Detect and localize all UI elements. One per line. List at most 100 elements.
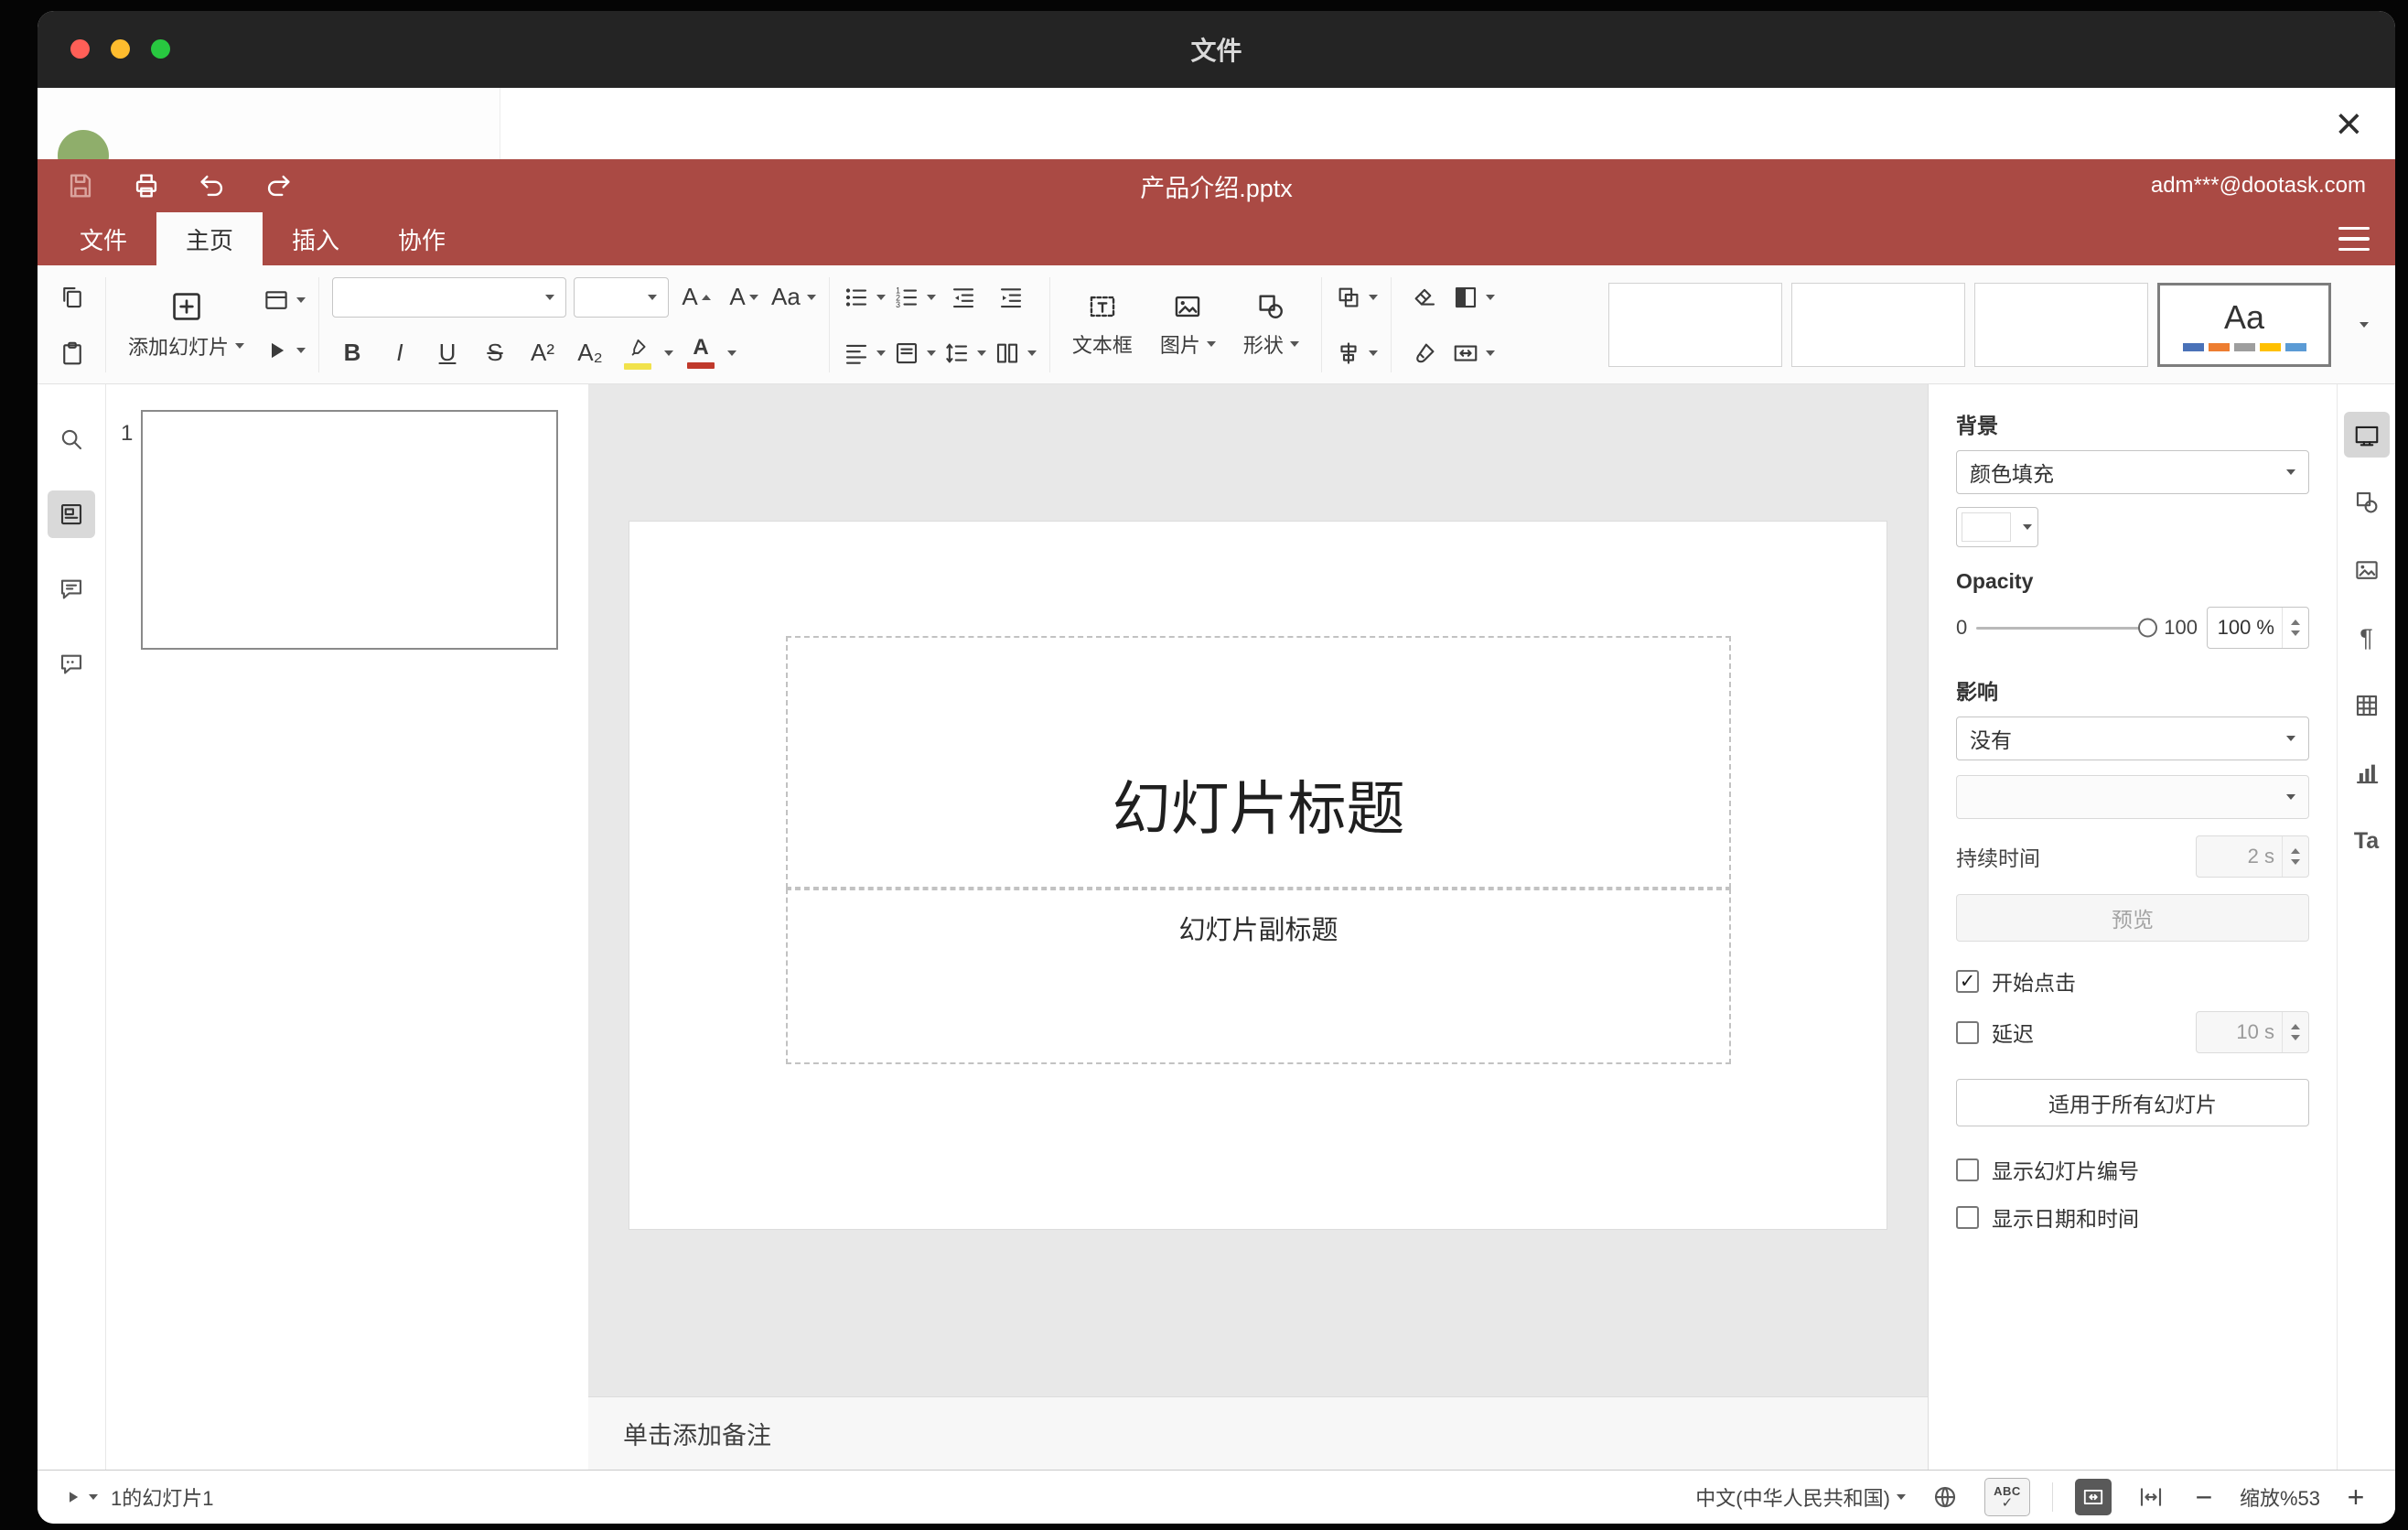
menu-button[interactable]: [2338, 212, 2370, 265]
line-spacing-button[interactable]: [943, 330, 986, 376]
start-slideshow-status-button[interactable]: [63, 1480, 98, 1514]
traffic-light-close[interactable]: [70, 39, 90, 59]
tab-insert[interactable]: 插入: [263, 212, 369, 265]
slide-settings-button[interactable]: [2343, 412, 2390, 458]
decrease-indent-button[interactable]: [943, 275, 984, 320]
font-size-combo[interactable]: [574, 276, 670, 318]
shape-settings-button[interactable]: [2344, 479, 2390, 525]
table-settings-button[interactable]: [2344, 683, 2390, 728]
fit-width-button[interactable]: [2134, 1480, 2168, 1514]
table-icon: [2353, 692, 2381, 719]
highlight-color-button[interactable]: [618, 330, 674, 376]
title-placeholder[interactable]: 幻灯片标题: [786, 636, 1731, 889]
fit-slide-button[interactable]: [2074, 1479, 2112, 1515]
clear-style-button[interactable]: [1404, 275, 1445, 320]
underline-button[interactable]: U: [427, 330, 468, 376]
vertical-align-button[interactable]: [893, 330, 936, 376]
show-date-time-checkbox[interactable]: [1956, 1205, 1979, 1229]
slide-thumbnail[interactable]: [141, 410, 558, 650]
zoom-out-button[interactable]: −: [2190, 1481, 2218, 1514]
change-case-button[interactable]: Aa: [771, 275, 816, 320]
fill-color-picker[interactable]: [1956, 507, 2038, 547]
preview-button[interactable]: 预览: [1956, 894, 2309, 942]
horizontal-align-button[interactable]: [843, 330, 886, 376]
superscript-button[interactable]: A²: [522, 330, 563, 376]
tab-file[interactable]: 文件: [50, 212, 156, 265]
bold-button[interactable]: B: [332, 330, 372, 376]
close-icon[interactable]: ×: [2336, 95, 2362, 152]
save-button[interactable]: [61, 167, 100, 205]
numbered-list-button[interactable]: [893, 275, 936, 320]
search-button[interactable]: [48, 415, 95, 463]
opacity-slider-knob[interactable]: [2138, 618, 2158, 638]
show-slide-number-checkbox[interactable]: [1956, 1158, 1979, 1181]
effect-sub-select[interactable]: [1956, 775, 2309, 819]
decrease-font-button[interactable]: A: [724, 275, 764, 320]
insert-shape-button[interactable]: 形状: [1234, 273, 1308, 377]
document-language-button[interactable]: [1928, 1480, 1962, 1514]
columns-button[interactable]: [994, 330, 1037, 376]
fill-type-select[interactable]: 颜色填充: [1956, 450, 2309, 494]
redo-button[interactable]: [259, 167, 297, 205]
start-on-click-checkbox[interactable]: ✓: [1956, 969, 1979, 993]
italic-button[interactable]: I: [380, 330, 420, 376]
feedback-button[interactable]: [48, 641, 95, 688]
line-spacing-icon: [943, 339, 971, 367]
color-scheme-button[interactable]: [1452, 275, 1495, 320]
font-name-combo[interactable]: [332, 276, 567, 318]
slides-panel-button[interactable]: [48, 490, 95, 538]
paste-button[interactable]: [52, 330, 92, 376]
chart-settings-button[interactable]: [2344, 750, 2390, 796]
delay-spin-arrows[interactable]: [2282, 1012, 2308, 1052]
undo-button[interactable]: [193, 167, 231, 205]
copy-style-button[interactable]: [1404, 330, 1445, 376]
tab-home[interactable]: 主页: [156, 212, 263, 265]
print-button[interactable]: [127, 167, 166, 205]
subtitle-placeholder[interactable]: 幻灯片副标题: [786, 889, 1731, 1064]
opacity-spinbox[interactable]: 100 %: [2207, 607, 2309, 649]
start-on-click-label: 开始点击: [1992, 971, 2076, 995]
delay-spinbox[interactable]: 10 s: [2196, 1011, 2309, 1053]
theme-option-selected[interactable]: Aa: [2157, 283, 2331, 367]
slide-canvas[interactable]: 幻灯片标题 幻灯片副标题: [629, 522, 1887, 1229]
comments-button[interactable]: [48, 566, 95, 613]
duration-spin-arrows[interactable]: [2282, 836, 2308, 877]
tab-collaboration[interactable]: 协作: [369, 212, 475, 265]
opacity-slider-track[interactable]: [1976, 618, 2158, 638]
theme-option-2[interactable]: [1791, 283, 1965, 367]
toolbar-separator: [1048, 277, 1050, 372]
theme-option-3[interactable]: [1974, 283, 2148, 367]
subscript-button[interactable]: A₂: [570, 330, 610, 376]
font-color-button[interactable]: A: [681, 330, 737, 376]
theme-gallery-expand-button[interactable]: [2340, 283, 2381, 367]
insert-image-button[interactable]: 图片: [1151, 273, 1225, 377]
increase-indent-button[interactable]: [991, 275, 1031, 320]
traffic-light-zoom[interactable]: [151, 39, 170, 59]
spellcheck-button[interactable]: ABC ✓: [1983, 1478, 2030, 1516]
slide-size-button[interactable]: [1452, 330, 1495, 376]
opacity-spin-arrows[interactable]: [2282, 608, 2308, 648]
image-settings-button[interactable]: [2344, 547, 2390, 593]
arrange-objects-button[interactable]: [1335, 275, 1378, 320]
strikethrough-button[interactable]: S: [475, 330, 515, 376]
traffic-light-minimize[interactable]: [111, 39, 130, 59]
copy-button[interactable]: [52, 275, 92, 320]
slide-layout-button[interactable]: [263, 277, 306, 323]
effect-select[interactable]: 没有: [1956, 717, 2309, 760]
insert-textbox-button[interactable]: 文本框: [1063, 273, 1142, 377]
delay-checkbox[interactable]: [1956, 1020, 1979, 1044]
language-selector[interactable]: 中文(中华人民共和国): [1695, 1482, 1906, 1512]
increase-font-button[interactable]: A: [676, 275, 716, 320]
align-objects-button[interactable]: [1335, 330, 1378, 376]
add-slide-button[interactable]: 添加幻灯片: [119, 273, 253, 377]
bullet-list-button[interactable]: [843, 275, 886, 320]
apply-to-all-button[interactable]: 适用于所有幻灯片: [1956, 1079, 2309, 1126]
paragraph-settings-button[interactable]: ¶: [2344, 615, 2390, 661]
text-art-settings-button[interactable]: Ta: [2344, 818, 2390, 864]
zoom-in-button[interactable]: +: [2342, 1481, 2370, 1514]
arrange-icon: [1335, 284, 1362, 311]
start-slideshow-button[interactable]: [263, 328, 306, 373]
duration-spinbox[interactable]: 2 s: [2196, 835, 2309, 878]
theme-option-1[interactable]: [1608, 283, 1782, 367]
notes-area[interactable]: 单击添加备注: [588, 1396, 1928, 1470]
